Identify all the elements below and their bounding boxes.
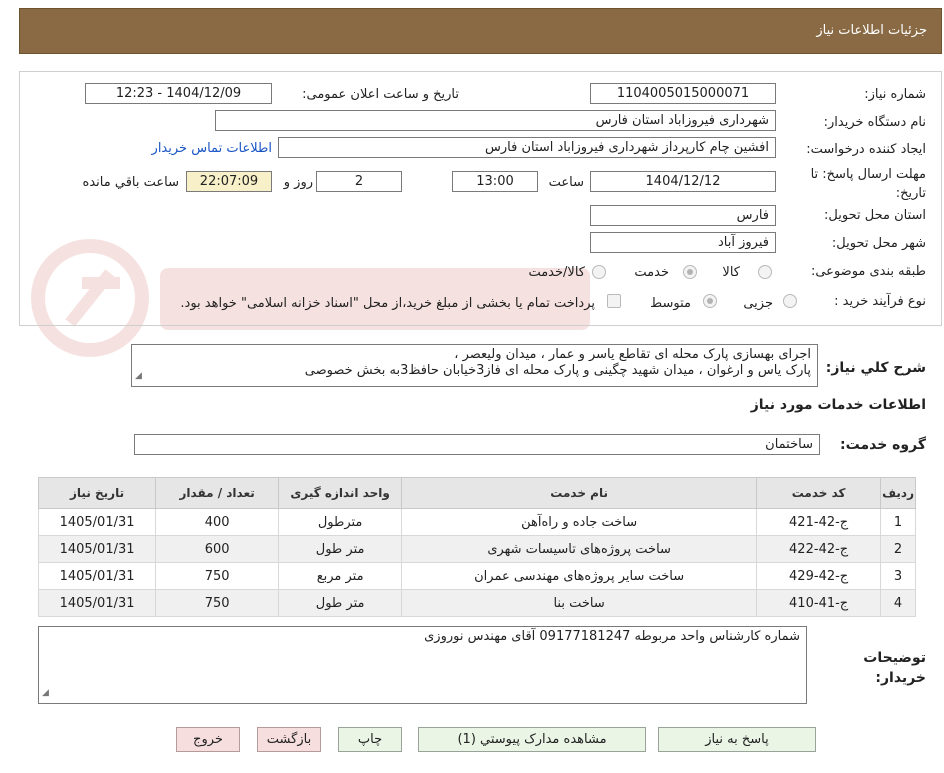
table-row: 1 ج-42-421 ساخت جاده و راه‌آهن مترطول 40… [37,508,916,536]
cell-name: ساخت سایر پروژه‌های مهندسی عمران [401,562,758,590]
need-number-field: 1104005015000071 [590,83,776,104]
page-title: جزئیات اطلاعات نیاز [816,23,927,38]
cell-unit: متر طول [278,535,403,563]
cell-date: 1405/01/31 [37,535,157,563]
cell-date: 1405/01/31 [37,508,157,536]
province-field: فارس [590,205,776,226]
days-field: 2 [316,171,402,192]
buyer-notes-textarea[interactable]: شماره کارشناس واحد مربوطه 09177181247 آق… [38,626,807,704]
category-option-goods-service: کالا/خدمت [528,265,585,280]
province-label: استان محل تحویل: [824,208,926,223]
description-textarea[interactable]: اجرای بهسازی پارک محله ای تقاطع یاسر و ع… [131,344,818,387]
view-attachments-button[interactable]: مشاهده مدارک پیوستي (1) [418,727,646,752]
remaining-time-label: ساعت باقي مانده [82,175,179,190]
col-row: ردیف [880,477,916,509]
cell-row: 2 [880,535,916,563]
process-option-minor: جزیی [743,296,773,311]
announce-label: تاریخ و ساعت اعلان عمومی: [302,87,459,102]
days-label: روز و [283,175,313,190]
city-label: شهر محل تحویل: [831,236,926,251]
service-group-field: ساختمان [134,434,820,455]
process-option-medium: متوسط [650,296,691,311]
print-button[interactable]: چاپ [338,727,402,752]
reply-button[interactable]: پاسخ به نیاز [658,727,816,752]
cell-unit: متر طول [278,589,403,617]
exit-button[interactable]: خروج [176,727,240,752]
requester-field: افشین چام کارپرداز شهرداری فیروزاباد است… [278,137,776,158]
need-number-label: شماره نیاز: [864,87,926,102]
cell-code: ج-42-422 [756,535,882,563]
cell-quantity: 400 [155,508,280,536]
back-button[interactable]: بازگشت [257,727,321,752]
services-header-row: ردیف کد خدمت نام خدمت واحد اندازه گیری ت… [37,477,916,509]
cell-row: 4 [880,589,916,617]
deadline-label: مهلت ارسال پاسخ: تا تاریخ: [810,167,926,201]
deadline-date-field: 1404/12/12 [590,171,776,192]
requester-label: ایجاد کننده درخواست: [806,142,926,157]
cell-name: ساخت پروژه‌های تاسیسات شهری [401,535,758,563]
announce-field: 1404/12/09 - 12:23 [85,83,272,104]
cell-row: 3 [880,562,916,590]
cell-name: ساخت بنا [401,589,758,617]
service-group-label: گروه خدمت: [840,437,926,453]
col-name: نام خدمت [401,477,758,509]
category-radio-goods[interactable] [758,265,772,279]
cell-quantity: 750 [155,562,280,590]
cell-code: ج-42-421 [756,508,882,536]
process-radio-minor[interactable] [783,294,797,308]
buyer-notes-text: شماره کارشناس واحد مربوطه 09177181247 آق… [424,629,800,644]
category-label: طبقه بندی موضوعی: [810,264,926,279]
col-quantity: تعداد / مقدار [155,477,280,509]
city-field: فیروز آباد [590,232,776,253]
description-line-2: پارک یاس و ارغوان ، میدان شهید چگینی و پ… [304,363,811,378]
resize-grip-icon: ◢ [42,688,49,698]
col-date: تاریخ نیاز [37,477,157,509]
cell-code: ج-42-429 [756,562,882,590]
buyer-org-label: نام دستگاه خریدار: [823,115,926,130]
table-row: 3 ج-42-429 ساخت سایر پروژه‌های مهندسی عم… [37,562,916,590]
cell-unit: متر مربع [278,562,403,590]
buyer-notes-label: توضیحات خریدار: [863,650,926,686]
category-option-goods: کالا [722,265,740,280]
cell-quantity: 600 [155,535,280,563]
page-header: جزئیات اطلاعات نیاز [19,8,942,54]
cell-date: 1405/01/31 [37,589,157,617]
description-line-1: اجرای بهسازی پارک محله ای تقاطع یاسر و ع… [454,347,811,362]
process-label: نوع فرآیند خرید : [834,294,926,309]
deadline-time-field: 13:00 [452,171,538,192]
col-unit: واحد اندازه گیری [278,477,403,509]
process-radio-medium[interactable] [703,294,717,308]
treasury-payment-checkbox[interactable] [607,294,621,308]
table-row: 4 ج-41-410 ساخت بنا متر طول 750 1405/01/… [37,589,916,617]
buyer-org-field: شهرداری فیروزاباد استان فارس [215,110,776,131]
payment-note: پرداخت تمام یا بخشی از مبلغ خرید،از محل … [180,296,595,311]
cell-quantity: 750 [155,589,280,617]
table-row: 2 ج-42-422 ساخت پروژه‌های تاسیسات شهری م… [37,535,916,563]
contact-info-link[interactable]: اطلاعات تماس خریدار [152,141,272,156]
services-table: ردیف کد خدمت نام خدمت واحد اندازه گیری ت… [37,477,916,617]
description-label: شرح کلي نیاز: [825,360,926,376]
cell-row: 1 [880,508,916,536]
col-code: کد خدمت [756,477,882,509]
deadline-time-label: ساعت [548,175,584,190]
remaining-time-field: 22:07:09 [186,171,272,192]
category-option-service: خدمت [634,265,669,280]
cell-code: ج-41-410 [756,589,882,617]
cell-unit: مترطول [278,508,403,536]
resize-grip-icon: ◢ [135,371,142,381]
category-radio-service[interactable] [683,265,697,279]
services-section-title: اطلاعات خدمات مورد نیاز [750,397,926,413]
cell-date: 1405/01/31 [37,562,157,590]
category-radio-goods-service[interactable] [592,265,606,279]
cell-name: ساخت جاده و راه‌آهن [401,508,758,536]
